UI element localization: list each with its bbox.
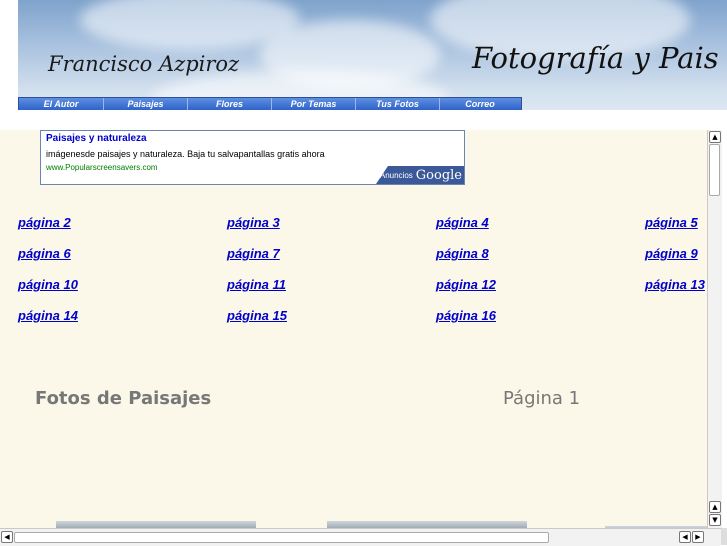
scroll-up-arrow-icon[interactable]: ▲ — [709, 131, 721, 143]
google-logo: Google — [415, 167, 462, 183]
page-link-10[interactable]: página 10 — [18, 277, 78, 292]
nav-flores[interactable]: Flores — [188, 98, 272, 110]
page-link-2[interactable]: página 2 — [18, 215, 71, 230]
ad-badge-prefix: Anuncios — [379, 170, 413, 180]
current-page-label: Página 1 — [503, 388, 581, 409]
ads-by-google-badge[interactable]: Anuncios Google — [376, 166, 464, 184]
ad-text: imágenesde paisajes y naturaleza. Baja t… — [46, 149, 325, 159]
nav-correo[interactable]: Correo — [440, 98, 520, 110]
page-link-5[interactable]: página 5 — [645, 215, 698, 230]
section-title: Fotos de Paisajes — [35, 388, 212, 409]
scroll-right-arrow-icon[interactable]: ▶ — [692, 531, 704, 543]
ad-url[interactable]: www.Popularscreensavers.com — [46, 163, 158, 172]
scrollbar-corner — [721, 528, 727, 545]
horizontal-scrollbar[interactable]: ◀ ◀ ▶ — [0, 528, 721, 546]
page-link-4[interactable]: página 4 — [436, 215, 489, 230]
page-link-14[interactable]: página 14 — [18, 308, 78, 323]
photo-thumbnail[interactable] — [327, 521, 527, 528]
page-link-9[interactable]: página 9 — [645, 246, 698, 261]
vertical-scrollbar[interactable]: ▲ ▲ ▼ — [707, 130, 722, 528]
nav-el-autor[interactable]: El Autor — [19, 98, 104, 110]
page-link-16[interactable]: página 16 — [436, 308, 496, 323]
scroll-left-arrow-icon[interactable]: ◀ — [1, 531, 13, 543]
page-link-11[interactable]: página 11 — [227, 277, 286, 292]
page-link-7[interactable]: página 7 — [227, 246, 280, 261]
scroll-left-arrow-icon[interactable]: ◀ — [679, 531, 691, 543]
page-link-3[interactable]: página 3 — [227, 215, 280, 230]
nav-paisajes[interactable]: Paisajes — [104, 98, 188, 110]
main-nav: El Autor Paisajes Flores Por Temas Tus F… — [18, 97, 522, 111]
author-name: Francisco Azpiroz — [48, 52, 240, 76]
scroll-down-arrow-icon[interactable]: ▼ — [709, 514, 721, 526]
scroll-up-arrow-icon[interactable]: ▲ — [709, 501, 721, 513]
page-link-8[interactable]: página 8 — [436, 246, 489, 261]
site-title: Fotografía y Pais — [472, 41, 719, 75]
google-ad-box[interactable]: Paisajes y naturaleza imágenesde paisaje… — [40, 130, 465, 185]
page-link-13[interactable]: página 13 — [645, 277, 705, 292]
nav-por-temas[interactable]: Por Temas — [272, 98, 356, 110]
vertical-scroll-thumb[interactable] — [709, 144, 720, 196]
photo-thumbnail[interactable] — [56, 521, 256, 528]
page-link-12[interactable]: página 12 — [436, 277, 496, 292]
page-link-15[interactable]: página 15 — [227, 308, 287, 323]
page-link-6[interactable]: página 6 — [18, 246, 71, 261]
content-area: Paisajes y naturaleza imágenesde paisaje… — [0, 130, 707, 528]
nav-tus-fotos[interactable]: Tus Fotos — [356, 98, 440, 110]
horizontal-scroll-thumb[interactable] — [14, 532, 549, 543]
ad-title[interactable]: Paisajes y naturaleza — [46, 133, 147, 144]
header-spacer — [0, 110, 727, 130]
